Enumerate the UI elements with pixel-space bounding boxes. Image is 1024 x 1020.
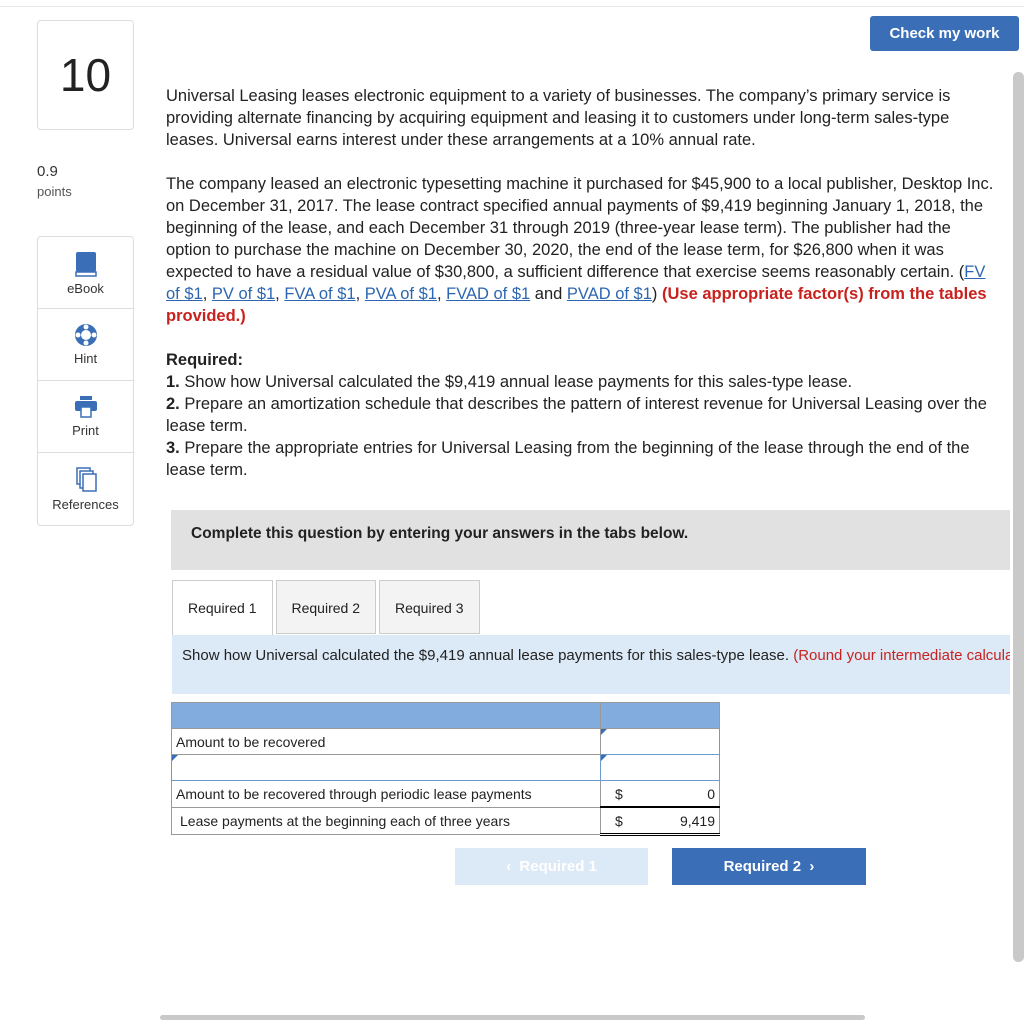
answer-table: Amount to be recovered Amount to be reco… — [171, 702, 720, 836]
intro-paragraph: Universal Leasing leases electronic equi… — [166, 87, 951, 149]
table-row — [171, 754, 720, 781]
row-label: Amount to be recovered through periodic … — [171, 780, 601, 808]
req-number: 3. — [166, 439, 180, 457]
lifebuoy-icon — [74, 324, 97, 346]
req-text: Show how Universal calculated the $9,419… — [184, 373, 853, 391]
pv-link[interactable]: PV of $1 — [212, 285, 275, 303]
horizontal-scrollbar[interactable] — [160, 1015, 865, 1020]
fva-link[interactable]: FVA of $1 — [284, 285, 355, 303]
and-text: and — [534, 285, 563, 303]
points-label: points — [37, 184, 72, 199]
req-number: 1. — [166, 373, 180, 391]
amount-input[interactable] — [600, 754, 720, 781]
next-required-2-button[interactable]: Required 2 › — [672, 848, 866, 885]
references-label: References — [52, 497, 119, 512]
check-my-work-button[interactable]: Check my work — [870, 16, 1019, 51]
row-label: Lease payments at the beginning each of … — [171, 806, 601, 835]
amount-input[interactable] — [600, 728, 720, 755]
row-value: 9,419 — [679, 812, 715, 829]
instructions-banner: Complete this question by entering your … — [171, 510, 1010, 570]
label-input[interactable] — [171, 754, 601, 781]
table-row: Amount to be recovered — [171, 728, 720, 755]
row-label: Amount to be recovered — [171, 728, 601, 755]
currency: $ — [615, 812, 623, 829]
printer-icon — [74, 396, 97, 418]
divider — [0, 6, 1024, 7]
tabs: Required 1 Required 2 Required 3 — [172, 580, 483, 636]
required-title: Required: — [166, 351, 244, 369]
print-label: Print — [72, 423, 99, 438]
references-button[interactable]: References — [38, 453, 133, 525]
table-row: Amount to be recovered through periodic … — [171, 780, 720, 808]
copy-icon — [75, 467, 97, 492]
table-row: Lease payments at the beginning each of … — [171, 806, 720, 836]
ebook-button[interactable]: eBook — [38, 237, 133, 309]
instr-text: Show how Universal calculated the $9,419… — [182, 647, 790, 664]
tab-instructions: Show how Universal calculated the $9,419… — [172, 635, 1010, 694]
prev-required-1-button[interactable]: ‹ Required 1 — [455, 848, 648, 885]
row-value: 0 — [707, 785, 715, 802]
req-number: 2. — [166, 395, 180, 413]
next-label: Required 2 — [723, 858, 802, 875]
prev-label: Required 1 — [519, 858, 597, 875]
pvad-link[interactable]: PVAD of $1 — [567, 285, 652, 303]
tab-required-3[interactable]: Required 3 — [379, 580, 480, 634]
currency: $ — [615, 785, 623, 802]
req-text: Prepare the appropriate entries for Univ… — [166, 439, 970, 479]
book-icon — [74, 252, 97, 277]
ebook-label: eBook — [67, 281, 104, 296]
details-paragraph: The company leased an electronic typeset… — [166, 175, 994, 325]
instr-note: (Round your intermediate calculations an… — [793, 647, 1010, 664]
tab-required-2[interactable]: Required 2 — [275, 580, 376, 634]
vertical-scrollbar[interactable] — [1013, 72, 1024, 962]
details-text: The company leased an electronic typeset… — [166, 175, 994, 281]
points-value: 0.9 — [37, 163, 58, 180]
req-text: Prepare an amortization schedule that de… — [166, 395, 987, 435]
required-section: Required: 1. Show how Universal calculat… — [166, 349, 996, 481]
tab-required-1[interactable]: Required 1 — [172, 580, 273, 636]
question-number: 10 — [37, 20, 134, 130]
hint-label: Hint — [73, 351, 98, 366]
fvad-link[interactable]: FVAD of $1 — [446, 285, 530, 303]
hint-button[interactable]: Hint — [38, 309, 133, 381]
tools-panel: eBook Hint Print References — [37, 236, 134, 526]
pva-link[interactable]: PVA of $1 — [365, 285, 437, 303]
print-button[interactable]: Print — [38, 381, 133, 453]
